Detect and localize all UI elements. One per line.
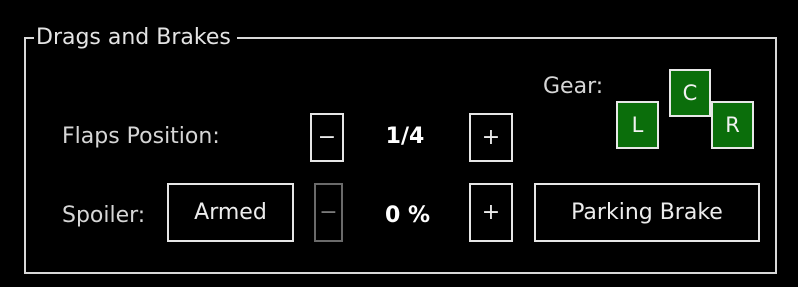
spoiler-decrease-button[interactable]: − bbox=[314, 183, 343, 242]
flaps-position-value: 1/4 bbox=[385, 124, 425, 149]
flaps-increase-button[interactable]: + bbox=[469, 113, 513, 162]
flaps-decrease-button[interactable]: − bbox=[310, 113, 344, 162]
gear-left-indicator: L bbox=[616, 101, 659, 149]
spoiler-armed-button[interactable]: Armed bbox=[167, 183, 294, 242]
spoiler-label: Spoiler: bbox=[62, 203, 146, 228]
flaps-position-label: Flaps Position: bbox=[62, 124, 220, 149]
gear-center-indicator: C bbox=[669, 69, 711, 117]
spoiler-increase-button[interactable]: + bbox=[469, 183, 513, 242]
parking-brake-button[interactable]: Parking Brake bbox=[534, 183, 760, 242]
gear-right-indicator: R bbox=[711, 101, 754, 149]
panel-title: Drags and Brakes bbox=[34, 24, 237, 52]
gear-label: Gear: bbox=[543, 74, 604, 99]
spoiler-value: 0 % bbox=[384, 203, 430, 228]
